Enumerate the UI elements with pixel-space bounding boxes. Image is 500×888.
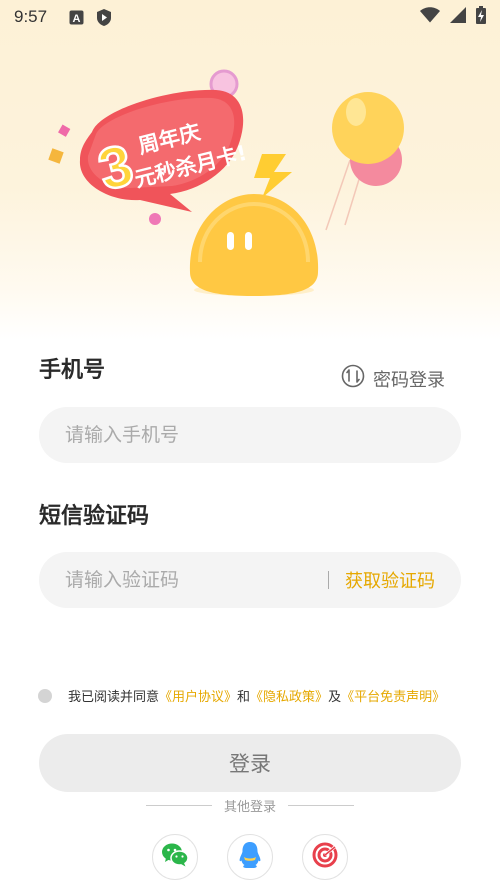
qq-login-button[interactable] bbox=[227, 834, 273, 880]
phone-label: 手机号 bbox=[39, 358, 106, 383]
field-divider bbox=[327, 571, 329, 589]
switch-icon bbox=[341, 364, 365, 393]
shield-play-icon bbox=[96, 8, 112, 26]
other-login-label: 其他登录 bbox=[223, 800, 276, 815]
get-code-button[interactable]: 获取验证码 bbox=[345, 567, 435, 593]
wifi-icon bbox=[420, 7, 440, 27]
anniversary-badge: 3 周年庆 元秒杀月卡! bbox=[79, 89, 249, 212]
lightning-icon bbox=[254, 154, 292, 198]
wechat-icon bbox=[161, 842, 189, 872]
sms-code-input[interactable] bbox=[65, 569, 312, 591]
status-time: 9:57 bbox=[14, 7, 48, 26]
svg-text:A: A bbox=[73, 13, 81, 25]
divider-line-right bbox=[288, 805, 354, 806]
disclaimer-link[interactable]: 《平台免责声明》 bbox=[341, 686, 445, 705]
agreement-row: 我已阅读并同意 《用户协议》 和 《隐私政策》 及 《平台免责声明》 bbox=[38, 686, 445, 705]
qq-icon bbox=[238, 841, 262, 873]
divider-line-left bbox=[145, 805, 212, 806]
agreement-and: 和 bbox=[237, 690, 251, 705]
mascot bbox=[189, 194, 319, 296]
anniversary-banner-illustration: 3 周年庆 元秒杀月卡! bbox=[48, 69, 404, 296]
deco-square-gold bbox=[48, 148, 64, 164]
weibo-icon bbox=[312, 842, 338, 872]
user-agreement-link[interactable]: 《用户协议》 bbox=[159, 686, 237, 705]
sms-code-label: 短信验证码 bbox=[39, 504, 150, 529]
deco-square-pink bbox=[58, 124, 71, 137]
sms-code-field: 获取验证码 bbox=[39, 552, 461, 608]
font-a-icon: A bbox=[69, 10, 84, 25]
status-bar: 9:57 A bbox=[0, 0, 500, 34]
phone-field bbox=[39, 407, 461, 463]
password-login-link[interactable]: 密码登录 bbox=[341, 364, 445, 393]
wechat-login-button[interactable] bbox=[152, 834, 198, 880]
phone-input[interactable] bbox=[65, 424, 435, 446]
cell-signal-icon bbox=[450, 7, 466, 27]
weibo-login-button[interactable] bbox=[302, 834, 348, 880]
battery-icon bbox=[476, 6, 486, 28]
balloons bbox=[325, 92, 404, 231]
deco-dot bbox=[149, 213, 161, 225]
login-button[interactable]: 登录 bbox=[39, 734, 461, 792]
other-login-divider: 其他登录 bbox=[0, 796, 500, 815]
privacy-policy-link[interactable]: 《隐私政策》 bbox=[250, 686, 328, 705]
password-login-label: 密码登录 bbox=[373, 369, 445, 391]
agreement-prefix: 我已阅读并同意 bbox=[68, 690, 160, 705]
social-login-row bbox=[0, 834, 500, 882]
agreement-and-2: 及 bbox=[328, 690, 342, 705]
agreement-checkbox[interactable] bbox=[38, 688, 52, 703]
